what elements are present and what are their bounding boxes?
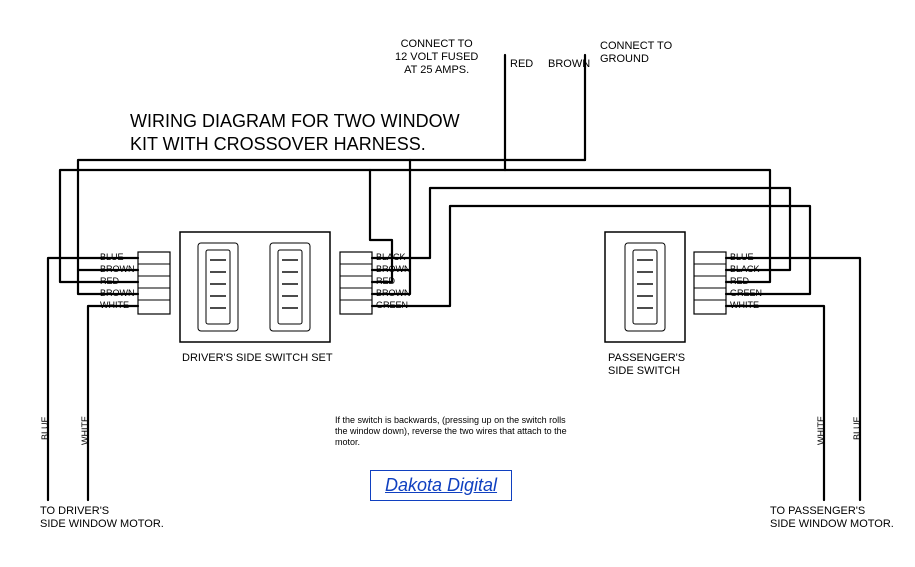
passenger-motor-wire-blue: BLUE bbox=[852, 416, 863, 440]
driver-motor-label: TO DRIVER'S SIDE WINDOW MOTOR. bbox=[40, 505, 164, 531]
note-text: If the switch is backwards, (pressing up… bbox=[335, 415, 575, 447]
passenger-pin-2: RED bbox=[730, 276, 749, 287]
label-red-feed: RED bbox=[510, 58, 533, 71]
driver-right-pin-4: GREEN bbox=[376, 300, 408, 311]
driver-right-pin-2: RED bbox=[376, 276, 395, 287]
label-ground: CONNECT TO GROUND bbox=[600, 40, 672, 66]
driver-left-pin-2: RED bbox=[100, 276, 119, 287]
wire-white-driver-motor bbox=[88, 306, 138, 500]
driver-right-pin-1: BROWN bbox=[376, 264, 411, 275]
driver-motor-wire-blue: BLUE bbox=[40, 416, 51, 440]
wire-white-passenger-motor bbox=[726, 306, 824, 500]
driver-left-pin-0: BLUE bbox=[100, 252, 124, 263]
driver-left-pin-4: WHITE bbox=[100, 300, 129, 311]
driver-left-pin-1: BROWN bbox=[100, 264, 135, 275]
driver-right-pin-3: BROWN bbox=[376, 288, 411, 299]
passenger-pin-1: BLACK bbox=[730, 264, 760, 275]
driver-right-connector bbox=[340, 252, 372, 314]
driver-left-pin-3: BROWN bbox=[100, 288, 135, 299]
label-12v: CONNECT TO 12 VOLT FUSED AT 25 AMPS. bbox=[395, 38, 478, 78]
driver-right-pin-0: BLACK bbox=[376, 252, 406, 263]
driver-switch-label: DRIVER'S SIDE SWITCH SET bbox=[182, 352, 333, 365]
brand-logo: Dakota Digital bbox=[370, 470, 512, 501]
passenger-pin-4: WHITE bbox=[730, 300, 759, 311]
driver-left-connector bbox=[138, 252, 170, 314]
passenger-pin-0: BLUE bbox=[730, 252, 754, 263]
driver-motor-wire-white: WHITE bbox=[80, 416, 91, 445]
label-brown-feed: BROWN bbox=[548, 58, 590, 71]
passenger-motor-label: TO PASSENGER'S SIDE WINDOW MOTOR. bbox=[770, 505, 894, 531]
diagram-title: WIRING DIAGRAM FOR TWO WINDOW KIT WITH C… bbox=[130, 110, 460, 155]
passenger-motor-wire-white: WHITE bbox=[816, 416, 827, 445]
passenger-pin-3: GREEN bbox=[730, 288, 762, 299]
passenger-switch-label: PASSENGER'S SIDE SWITCH bbox=[608, 352, 685, 378]
passenger-connector bbox=[694, 252, 726, 314]
